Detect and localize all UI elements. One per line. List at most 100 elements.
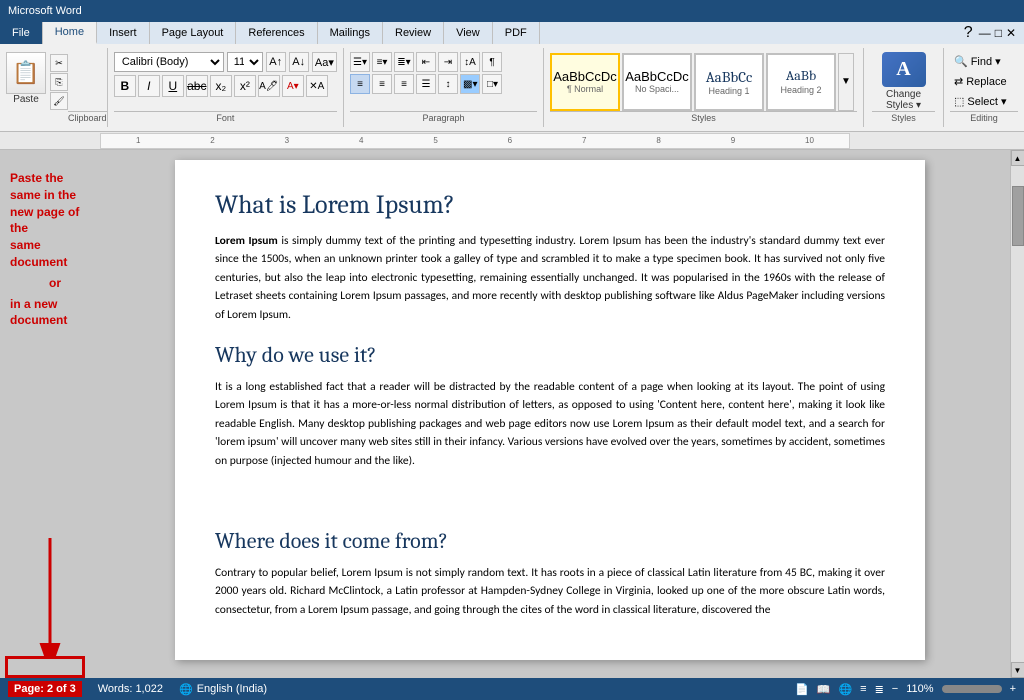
lorem-bold: Lorem Ipsum: [215, 234, 278, 248]
copy-button[interactable]: ⎘: [50, 73, 68, 91]
underline-button[interactable]: U: [162, 75, 184, 97]
align-left-button[interactable]: ≡: [350, 74, 370, 94]
view-full-reading-icon[interactable]: 📖: [817, 683, 831, 696]
annotation-line3: new page of the: [10, 205, 79, 236]
zoom-out-button[interactable]: −: [892, 683, 898, 695]
page-indicator-box: [5, 656, 85, 678]
bullets-button[interactable]: ☰▾: [350, 52, 370, 72]
zoom-in-button[interactable]: +: [1010, 683, 1016, 695]
change-case-button[interactable]: Aa▾: [312, 52, 337, 72]
line-spacing-button[interactable]: ↕: [438, 74, 458, 94]
tab-references[interactable]: References: [236, 22, 317, 44]
tab-mailings[interactable]: Mailings: [318, 22, 383, 44]
font-color-button[interactable]: A▾: [282, 75, 304, 97]
select-button[interactable]: ⬚ Select ▾: [950, 91, 1018, 111]
clipboard-small-buttons: ✂ ⎘ 🖌: [50, 54, 68, 110]
format-painter-button[interactable]: 🖌: [50, 92, 68, 110]
increase-font-button[interactable]: A↑: [266, 52, 286, 72]
style-heading1-label: Heading 1: [708, 86, 749, 96]
vertical-scrollbar[interactable]: ▲ ▼: [1010, 150, 1024, 678]
maximize-icon[interactable]: □: [995, 26, 1002, 40]
language-indicator: 🌐 English (India): [179, 683, 267, 696]
document-h3: Where does it come from?: [215, 528, 885, 554]
annotation-line6: document: [10, 313, 67, 327]
select-label: Select ▾: [967, 95, 1006, 108]
language-icon: 🌐: [179, 683, 193, 696]
align-right-button[interactable]: ≡: [394, 74, 414, 94]
decrease-font-button[interactable]: A↓: [289, 52, 309, 72]
strikethrough-button[interactable]: abc: [186, 75, 208, 97]
clear-formatting-button[interactable]: ✕A: [306, 75, 328, 97]
view-outline-icon[interactable]: ≡: [860, 683, 866, 695]
style-normal[interactable]: AaBbCcDc ¶ Normal: [550, 53, 620, 111]
cut-button[interactable]: ✂: [50, 54, 68, 72]
find-icon: 🔍: [954, 55, 968, 68]
page-indicator: Page: 2 of 3: [8, 681, 82, 697]
borders-button[interactable]: □▾: [482, 74, 502, 94]
subscript-button[interactable]: x₂: [210, 75, 232, 97]
multilevel-list-button[interactable]: ≣▾: [394, 52, 414, 72]
annotation-or: or: [10, 275, 100, 292]
numbering-button[interactable]: ≡▾: [372, 52, 392, 72]
superscript-button[interactable]: x²: [234, 75, 256, 97]
styles-group-label: Styles: [872, 111, 935, 123]
increase-indent-button[interactable]: ⇥: [438, 52, 458, 72]
editing-group: 🔍 Find ▾ ⇄ Replace ⬚ Select ▾ Editing: [944, 48, 1024, 127]
annotation-line5: in a new: [10, 297, 57, 311]
tab-pdf[interactable]: PDF: [493, 22, 540, 44]
tab-insert[interactable]: Insert: [97, 22, 150, 44]
scroll-down-button[interactable]: ▼: [1011, 662, 1024, 678]
replace-button[interactable]: ⇄ Replace: [950, 72, 1018, 92]
document[interactable]: What is Lorem Ipsum? Lorem Ipsum is simp…: [175, 160, 925, 660]
align-center-button[interactable]: ≡: [372, 74, 392, 94]
tab-bar: File Home Insert Page Layout References …: [0, 22, 1024, 44]
tab-file[interactable]: File: [0, 22, 43, 44]
tab-home[interactable]: Home: [43, 22, 97, 44]
style-no-spacing[interactable]: AaBbCcDc No Spaci...: [622, 53, 692, 111]
find-button[interactable]: 🔍 Find ▾: [950, 52, 1018, 72]
justify-button[interactable]: ☰: [416, 74, 436, 94]
sort-button[interactable]: ↕A: [460, 52, 480, 72]
styles-group: AaBbCcDc ¶ Normal AaBbCcDc No Spaci... A…: [544, 48, 864, 127]
zoom-slider[interactable]: [942, 685, 1002, 693]
paste-label: Paste: [13, 94, 39, 105]
annotation-line1: Paste the: [10, 171, 63, 185]
text-highlight-button[interactable]: A🖊: [258, 75, 280, 97]
document-p3: Contrary to popular belief, Lorem Ipsum …: [215, 564, 885, 619]
style-normal-preview: AaBbCcDc: [553, 69, 617, 85]
title-bar: Microsoft Word: [0, 0, 1024, 22]
font-name-select[interactable]: Calibri (Body): [114, 52, 224, 72]
view-draft-icon[interactable]: ≣: [875, 683, 884, 696]
change-styles-icon[interactable]: A: [882, 52, 926, 87]
minimize-icon[interactable]: —: [979, 26, 991, 40]
change-styles-label[interactable]: ChangeStyles ▾: [886, 89, 921, 111]
style-heading2[interactable]: AaBb Heading 2: [766, 53, 836, 111]
language-text: English (India): [197, 683, 267, 695]
close-icon[interactable]: ✕: [1006, 26, 1016, 40]
document-p1-text: is simply dummy text of the printing and…: [215, 234, 885, 322]
help-icon[interactable]: ?: [964, 24, 973, 42]
decrease-indent-button[interactable]: ⇤: [416, 52, 436, 72]
tab-view[interactable]: View: [444, 22, 493, 44]
font-name-row: Calibri (Body) 11 A↑ A↓ Aa▾: [114, 52, 337, 72]
style-heading1-preview: AaBbCc: [706, 68, 753, 86]
tab-review[interactable]: Review: [383, 22, 444, 44]
font-format-row: B I U abc x₂ x² A🖊 A▾ ✕A: [114, 75, 337, 97]
style-heading1[interactable]: AaBbCc Heading 1: [694, 53, 764, 111]
tab-page-layout[interactable]: Page Layout: [150, 22, 237, 44]
scroll-thumb[interactable]: [1012, 186, 1024, 246]
scroll-up-button[interactable]: ▲: [1011, 150, 1024, 166]
view-print-icon[interactable]: 📄: [795, 683, 809, 696]
show-hide-button[interactable]: ¶: [482, 52, 502, 72]
paste-button[interactable]: 📋 Paste: [6, 52, 46, 105]
zoom-level: 110%: [906, 683, 933, 695]
document-h1: What is Lorem Ipsum?: [215, 190, 885, 220]
shading-button[interactable]: ▩▾: [460, 74, 480, 94]
view-web-icon[interactable]: 🌐: [838, 683, 852, 696]
bold-button[interactable]: B: [114, 75, 136, 97]
paragraph-group: ☰▾ ≡▾ ≣▾ ⇤ ⇥ ↕A ¶ ≡ ≡ ≡ ☰ ↕ ▩▾ □▾ Paragr…: [344, 48, 544, 127]
italic-button[interactable]: I: [138, 75, 160, 97]
status-bar: Page: 2 of 3 Words: 1,022 🌐 English (Ind…: [0, 678, 1024, 700]
styles-scroll-button[interactable]: ▼: [838, 53, 854, 111]
font-size-select[interactable]: 11: [227, 52, 263, 72]
